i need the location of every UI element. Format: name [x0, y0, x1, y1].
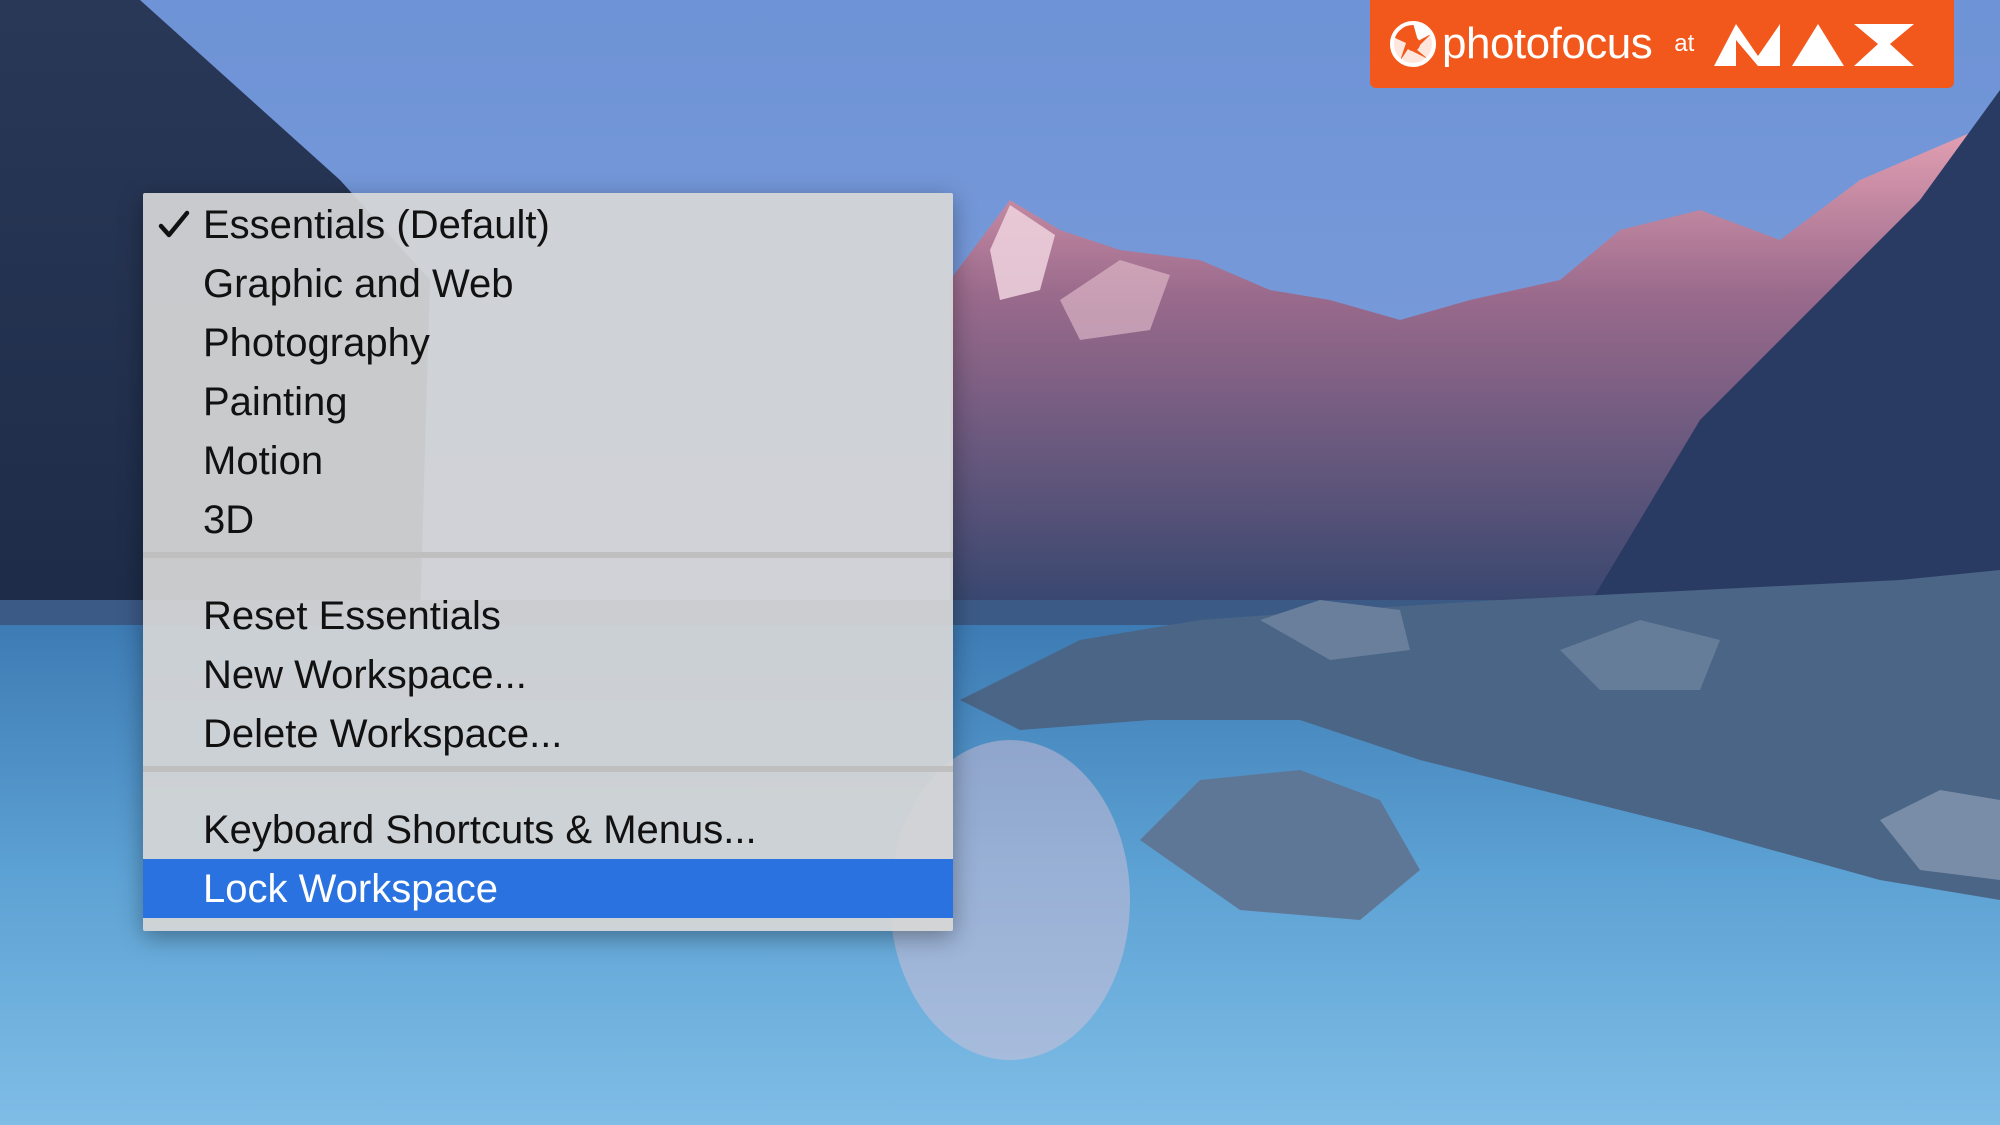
max-logo-icon [1714, 24, 1915, 66]
menu-item-label: Reset Essentials [203, 593, 501, 638]
menu-item-label: Motion [203, 438, 324, 483]
menu-item-label: 3D [203, 497, 255, 542]
menu-item-label: Graphic and Web [203, 261, 514, 306]
menu-item-label: Keyboard Shortcuts & Menus... [203, 807, 757, 852]
menu-item-label: Delete Workspace... [203, 711, 563, 756]
menu-item-label: New Workspace... [203, 652, 527, 697]
brand-name: photofocus [1442, 19, 1653, 68]
workspace-menu: Essentials (Default) Graphic and Web Photo… [143, 193, 953, 931]
menu-item-lock-workspace[interactable]: Lock Workspace [143, 859, 953, 918]
menu-item-reset-essentials[interactable]: Reset Essentials [143, 586, 953, 645]
menu-item-new-workspace[interactable]: New Workspace... [143, 645, 953, 704]
menu-item-label: Photography [203, 320, 430, 365]
menu-item-label: Lock Workspace [203, 866, 498, 911]
aperture-logo-icon [1390, 21, 1436, 67]
menu-item-essentials-default[interactable]: Essentials (Default) [143, 195, 953, 254]
menu-separator [143, 763, 953, 800]
menu-item-graphic-and-web[interactable]: Graphic and Web [143, 254, 953, 313]
menu-item-3d[interactable]: 3D [143, 490, 953, 549]
photofocus-at-max-badge: photofocus at [1370, 0, 1954, 88]
menu-separator [143, 549, 953, 586]
menu-item-painting[interactable]: Painting [143, 372, 953, 431]
checkmark-icon [157, 208, 191, 242]
menu-item-motion[interactable]: Motion [143, 431, 953, 490]
menu-item-label: Essentials (Default) [203, 202, 550, 247]
menu-item-keyboard-shortcuts-menus[interactable]: Keyboard Shortcuts & Menus... [143, 800, 953, 859]
menu-item-photography[interactable]: Photography [143, 313, 953, 372]
menu-item-label: Painting [203, 379, 348, 424]
brand-connector: at [1674, 30, 1695, 57]
menu-item-delete-workspace[interactable]: Delete Workspace... [143, 704, 953, 763]
